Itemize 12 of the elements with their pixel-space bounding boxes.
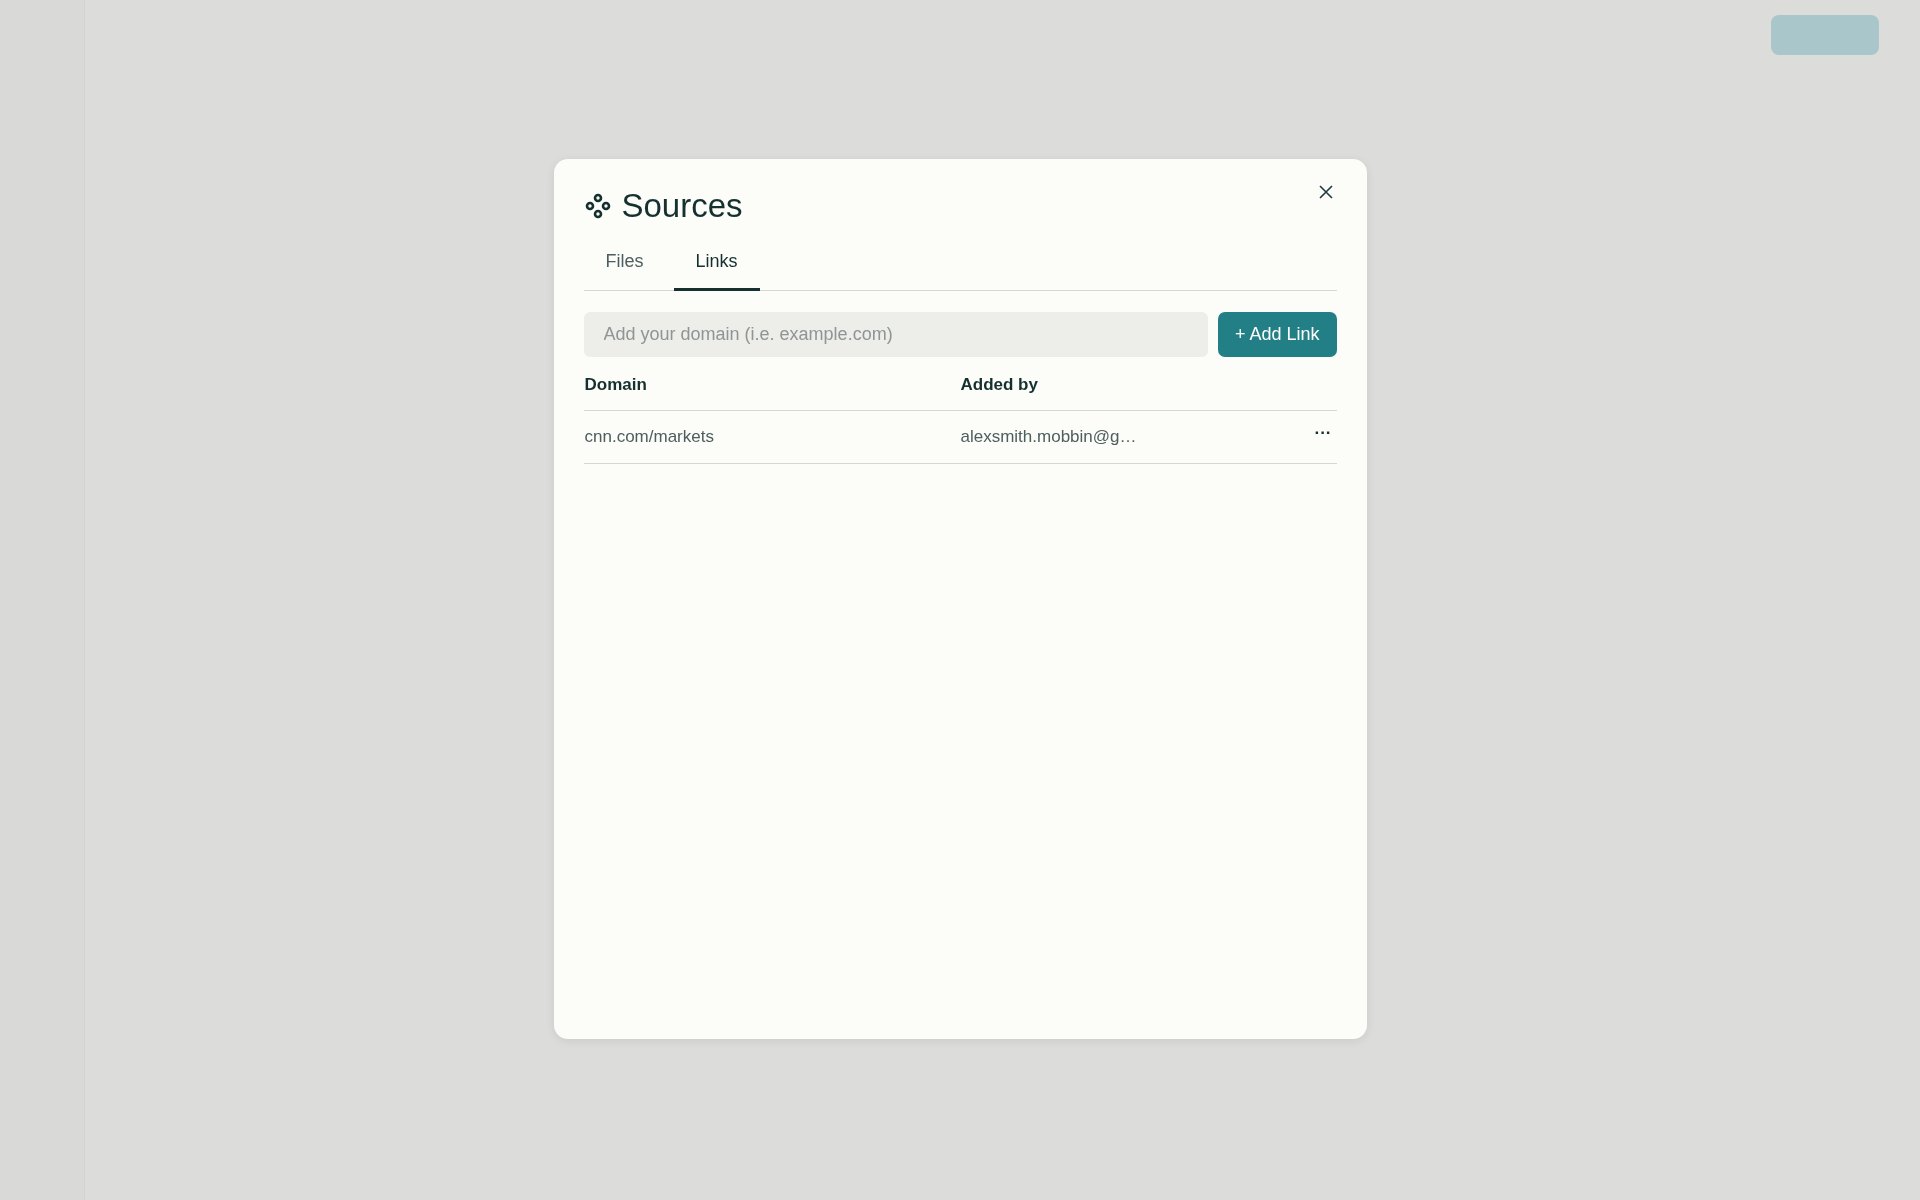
table-cell-text: alexsmith.mobbin@g… — [960, 426, 1138, 447]
tab[interactable]: Links — [673, 239, 760, 291]
tab[interactable]: Files — [583, 239, 666, 291]
dialog-title: Sources — [621, 187, 743, 225]
sources-icon — [583, 192, 612, 220]
more-button[interactable]: ··· — [1310, 422, 1336, 443]
column-header: Added by — [960, 375, 1039, 395]
domain-field[interactable]: Add your domain (i.e. example.com) — [583, 311, 1208, 357]
column-header: Domain — [584, 375, 648, 395]
table-cell-text: cnn.com/markets — [584, 426, 715, 447]
close-icon — [1318, 185, 1333, 199]
add-link-button[interactable]: + Add Link — [1217, 311, 1337, 357]
